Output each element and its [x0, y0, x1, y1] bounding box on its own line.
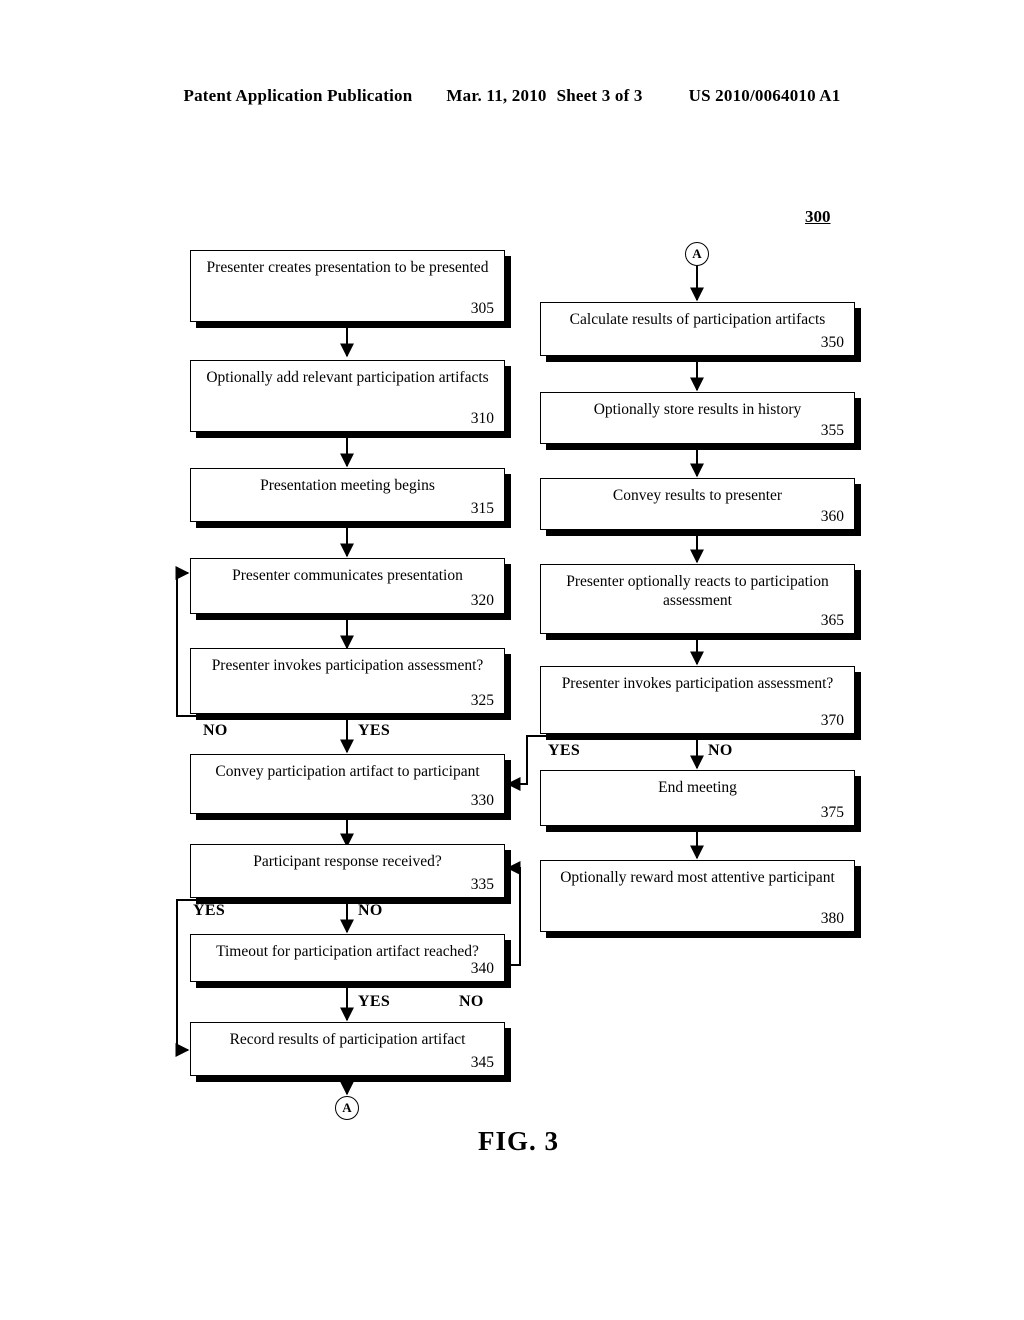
- flow-reference-numeral: 300: [805, 207, 831, 226]
- process-box-350-text: Calculate results of participation artif…: [569, 311, 826, 328]
- process-box-305-text: Presenter creates presentation to be pre…: [206, 259, 489, 276]
- process-box-310[interactable]: Optionally add relevant participation ar…: [190, 360, 505, 432]
- process-box-360-text: Convey results to presenter: [612, 487, 783, 504]
- flowchart-connectors: [175, 266, 704, 1096]
- process-box-315[interactable]: Presentation meeting begins 315: [190, 468, 505, 522]
- process-box-330-number: 330: [470, 792, 494, 809]
- branch-label-340-no: NO: [459, 993, 484, 1010]
- decision-box-335-number: 335: [470, 876, 494, 893]
- branch-label-335-yes: YES: [193, 902, 226, 919]
- process-box-310-text: Optionally add relevant participation ar…: [206, 369, 489, 386]
- process-box-315-number: 315: [470, 500, 494, 517]
- branch-label-370-yes: YES: [548, 742, 581, 759]
- decision-box-325-number: 325: [470, 692, 494, 709]
- connector-circle-a-bottom[interactable]: A: [335, 1096, 359, 1120]
- process-box-365-number: 365: [820, 612, 844, 629]
- process-box-345[interactable]: Record results of participation artifact…: [190, 1022, 505, 1076]
- header-date: Mar. 11, 2010: [446, 86, 547, 105]
- decision-box-335-text: Participant response received?: [253, 853, 442, 870]
- process-box-365-text: Presenter optionally reacts to participa…: [566, 573, 829, 609]
- process-box-305-number: 305: [470, 300, 494, 317]
- process-box-305[interactable]: Presenter creates presentation to be pre…: [190, 250, 505, 322]
- decision-box-340[interactable]: Timeout for participation artifact reach…: [190, 934, 505, 982]
- process-box-380[interactable]: Optionally reward most attentive partici…: [540, 860, 855, 932]
- process-box-315-text: Presentation meeting begins: [260, 477, 435, 494]
- connector-circle-a-top-label: A: [692, 246, 702, 261]
- process-box-365[interactable]: Presenter optionally reacts to participa…: [540, 564, 855, 634]
- header-patent-number: US 2010/0064010 A1: [688, 86, 841, 105]
- process-box-380-number: 380: [820, 910, 844, 927]
- branch-label-340-yes: YES: [358, 993, 391, 1010]
- decision-box-325-text: Presenter invokes participation assessme…: [211, 657, 484, 674]
- process-box-355-text: Optionally store results in history: [593, 401, 802, 418]
- figure-caption: FIG. 3: [478, 1126, 560, 1156]
- patent-header: Patent Application Publication Mar. 11, 2…: [0, 86, 1024, 106]
- decision-box-340-text: Timeout for participation artifact reach…: [216, 943, 479, 960]
- decision-box-370-number: 370: [820, 712, 844, 729]
- process-box-330-text: Convey participation artifact to partici…: [215, 763, 480, 780]
- process-box-375[interactable]: End meeting 375: [540, 770, 855, 826]
- process-box-375-number: 375: [820, 804, 844, 821]
- process-box-355[interactable]: Optionally store results in history 355: [540, 392, 855, 444]
- decision-box-370-text: Presenter invokes participation assessme…: [561, 675, 834, 692]
- branch-label-325-no: NO: [203, 722, 228, 739]
- process-box-320-text: Presenter communicates presentation: [232, 567, 463, 584]
- decision-box-340-number: 340: [470, 960, 494, 977]
- process-box-350[interactable]: Calculate results of participation artif…: [540, 302, 855, 356]
- process-box-360-number: 360: [820, 508, 844, 525]
- decision-box-370[interactable]: Presenter invokes participation assessme…: [540, 666, 855, 734]
- process-box-375-text: End meeting: [658, 779, 737, 796]
- branch-label-335-no: NO: [358, 902, 383, 919]
- process-box-360[interactable]: Convey results to presenter 360: [540, 478, 855, 530]
- branch-label-370-no: NO: [708, 742, 733, 759]
- process-box-380-text: Optionally reward most attentive partici…: [560, 869, 835, 886]
- decision-box-335[interactable]: Participant response received? 335: [190, 844, 505, 898]
- process-box-350-number: 350: [820, 334, 844, 351]
- process-box-320[interactable]: Presenter communicates presentation 320: [190, 558, 505, 614]
- header-publication: Patent Application Publication: [183, 86, 413, 105]
- connector-circle-a-bottom-label: A: [342, 1100, 352, 1115]
- process-box-310-number: 310: [470, 410, 494, 427]
- decision-box-325[interactable]: Presenter invokes participation assessme…: [190, 648, 505, 714]
- process-box-355-number: 355: [820, 422, 844, 439]
- process-box-320-number: 320: [470, 592, 494, 609]
- branch-label-325-yes: YES: [358, 722, 391, 739]
- connector-circle-a-top[interactable]: A: [685, 242, 709, 266]
- process-box-330[interactable]: Convey participation artifact to partici…: [190, 754, 505, 814]
- process-box-345-text: Record results of participation artifact: [229, 1031, 466, 1048]
- header-sheet: Sheet 3 of 3: [556, 86, 643, 105]
- process-box-345-number: 345: [470, 1054, 494, 1071]
